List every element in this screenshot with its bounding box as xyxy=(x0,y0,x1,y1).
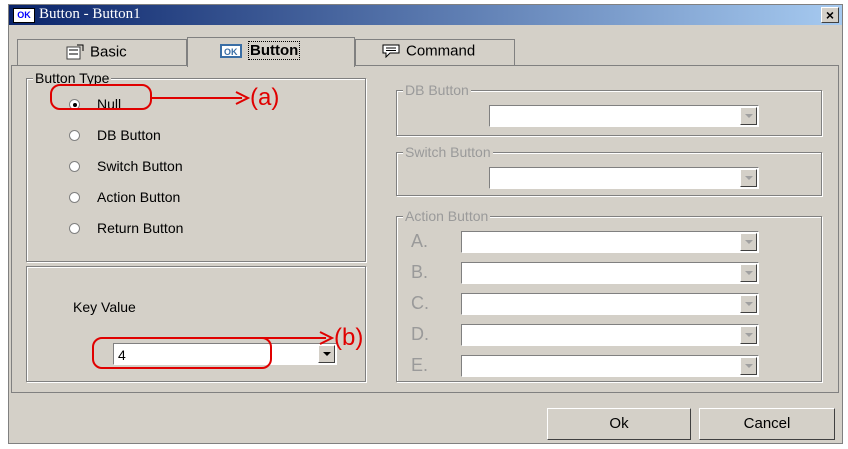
action-row-label-d: D. xyxy=(411,324,429,344)
chevron-down-icon xyxy=(740,233,757,251)
tab-button[interactable]: OK Button xyxy=(187,37,355,67)
action-select-a xyxy=(461,231,759,253)
radio-action-button-label: Action Button xyxy=(97,189,181,205)
ok-button-icon: OK xyxy=(220,44,242,62)
ok-app-icon: OK xyxy=(13,8,35,23)
action-select-c xyxy=(461,293,759,315)
action-row-label-e: E. xyxy=(411,355,429,375)
db-button-group: DB Button xyxy=(396,82,822,136)
radio-return-button-label: Return Button xyxy=(97,220,184,236)
chevron-down-icon xyxy=(740,326,757,344)
properties-icon xyxy=(66,44,84,64)
annotation-arrow-b xyxy=(240,331,335,345)
radio-db-button-label: DB Button xyxy=(97,127,161,143)
radio-action-button-circle[interactable] xyxy=(69,192,80,203)
switch-button-group: Switch Button xyxy=(396,144,822,196)
tab-button-label: Button xyxy=(248,40,301,60)
annotation-arrow-a xyxy=(150,91,251,105)
speech-bubble-icon xyxy=(382,44,400,62)
action-select-b xyxy=(461,262,759,284)
tab-command-label: Command xyxy=(406,42,476,60)
svg-text:OK: OK xyxy=(224,47,238,57)
tab-command[interactable]: Command xyxy=(355,39,515,65)
chevron-down-icon xyxy=(740,264,757,282)
chevron-down-icon xyxy=(740,169,757,187)
action-select-e xyxy=(461,355,759,377)
title-bar: OK Button - Button1 × xyxy=(9,5,842,25)
annotation-highlight-a xyxy=(50,84,152,110)
db-button-select xyxy=(489,105,759,127)
db-button-legend: DB Button xyxy=(403,82,471,98)
close-button[interactable]: × xyxy=(821,7,839,23)
action-row-label-a: A. xyxy=(411,231,429,251)
radio-db-button-circle[interactable] xyxy=(69,130,80,141)
button-dialog: OK Button - Button1 × Basic OK Button Co… xyxy=(8,4,843,444)
radio-switch-button-circle[interactable] xyxy=(69,161,80,172)
action-row-label-b: B. xyxy=(411,262,429,282)
radio-return-button-circle[interactable] xyxy=(69,223,80,234)
chevron-down-icon xyxy=(740,295,757,313)
switch-button-select xyxy=(489,167,759,189)
annotation-label-b: (b) xyxy=(334,324,364,351)
chevron-down-icon xyxy=(740,107,757,125)
action-button-group: Action Button A. B. C. D. E. xyxy=(396,208,822,382)
chevron-down-icon xyxy=(740,357,757,375)
tab-basic-label: Basic xyxy=(90,43,127,61)
cancel-button[interactable]: Cancel xyxy=(699,408,835,440)
action-select-d xyxy=(461,324,759,346)
annotation-label-a: (a) xyxy=(250,84,280,111)
window-title: Button - Button1 xyxy=(39,6,141,22)
key-value-label: Key Value xyxy=(73,299,136,315)
ok-button[interactable]: Ok xyxy=(547,408,691,440)
tab-basic[interactable]: Basic xyxy=(17,39,187,65)
action-row-label-c: C. xyxy=(411,293,429,313)
switch-button-legend: Switch Button xyxy=(403,144,493,160)
action-button-legend: Action Button xyxy=(403,208,491,224)
radio-switch-button-label: Switch Button xyxy=(97,158,183,174)
